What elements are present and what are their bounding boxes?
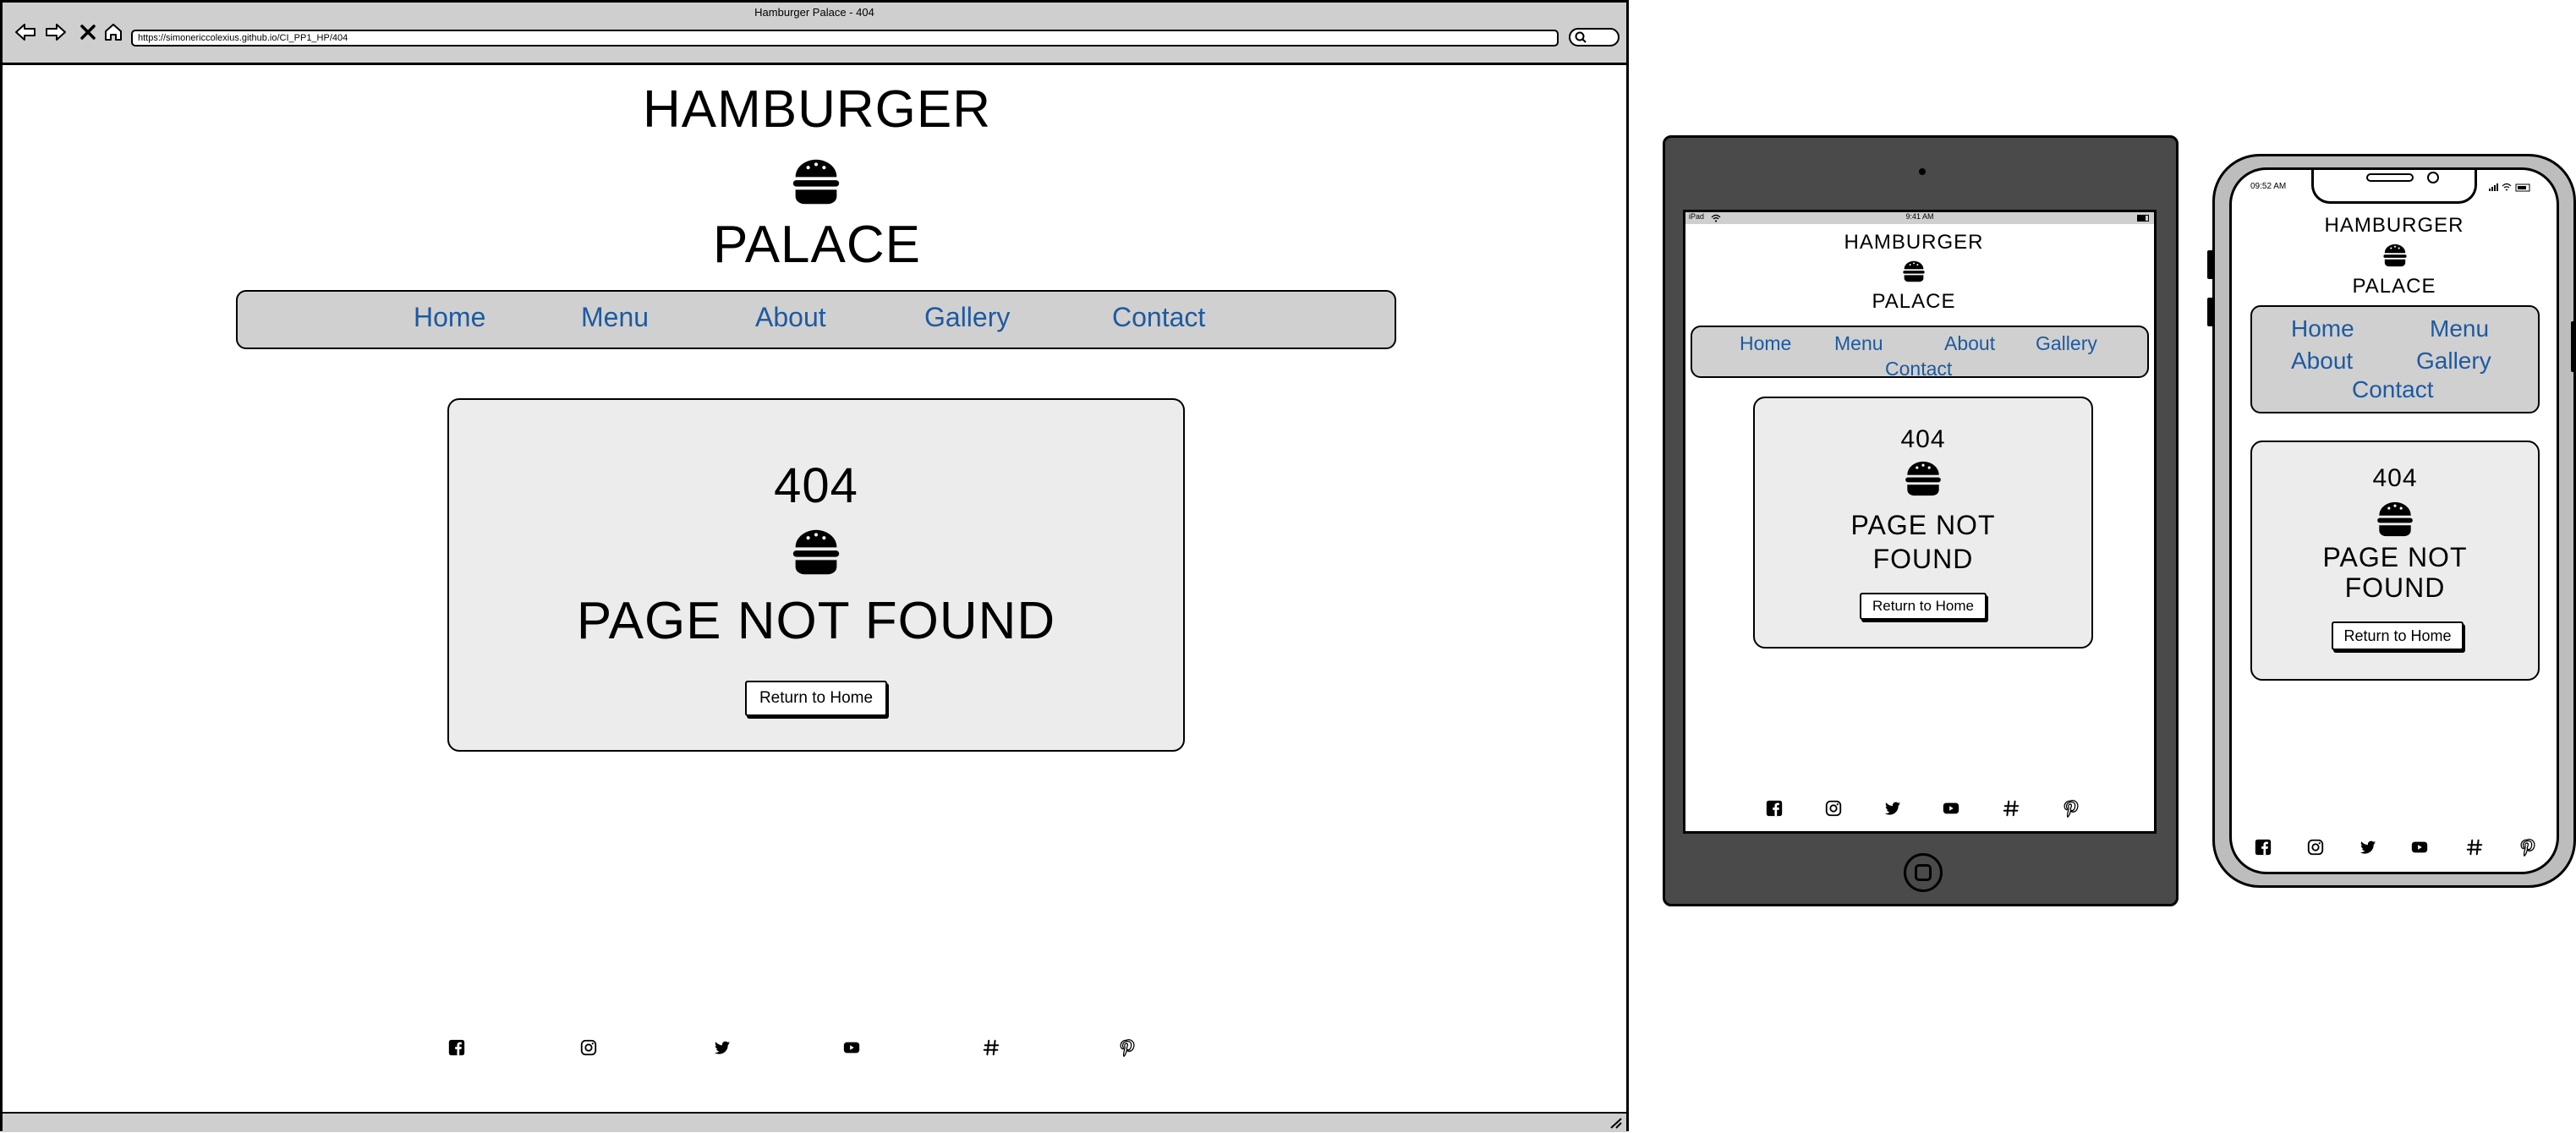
burger-logo-icon <box>791 156 841 207</box>
tablet-burger-icon <box>1904 459 1943 498</box>
resize-grip-icon[interactable] <box>1609 1117 1623 1129</box>
tablet-nav-about-link[interactable]: About <box>1944 332 1995 355</box>
phone-pinterest-icon[interactable] <box>2518 838 2536 857</box>
phone-hashtag-icon[interactable] <box>2465 838 2484 857</box>
tablet-statusbar: iPad 9:41 AM <box>1685 212 2154 224</box>
tablet-nav-gallery-link[interactable]: Gallery <box>2036 332 2097 355</box>
tablet-time: 9:41 AM <box>1905 212 1934 221</box>
error-code: 404 <box>774 458 858 513</box>
tablet-nav-contact-link[interactable]: Contact <box>1885 358 1952 380</box>
phone-nav-gallery-link[interactable]: Gallery <box>2416 348 2491 375</box>
forward-icon[interactable] <box>43 19 69 45</box>
tablet-burger-logo-icon <box>1902 260 1926 283</box>
tablet-screen: iPad 9:41 AM HAMBURGER PALACE Home Menu … <box>1683 210 2157 834</box>
battery-icon <box>2137 215 2149 222</box>
instagram-icon[interactable] <box>579 1038 598 1057</box>
phone-twitter-icon[interactable] <box>2359 838 2377 857</box>
window-title: Hamburger Palace - 404 <box>754 6 874 19</box>
return-home-button[interactable]: Return to Home <box>745 681 887 716</box>
phone-nav-home-link[interactable]: Home <box>2291 315 2354 342</box>
phone-time: 09:52 AM <box>2250 182 2287 191</box>
facebook-icon[interactable] <box>447 1038 466 1057</box>
phone-burger-logo-icon <box>2382 243 2408 268</box>
phone-camera-icon <box>2427 172 2439 183</box>
phone-nav-contact-link[interactable]: Contact <box>2352 376 2434 403</box>
tablet-return-home-button[interactable]: Return to Home <box>1860 593 1987 620</box>
error-message: PAGE NOT FOUND <box>576 592 1056 650</box>
tablet-error-message-line2: FOUND <box>1872 544 1974 574</box>
phone-return-home-button[interactable]: Return to Home <box>2332 621 2464 650</box>
phone-brand-line1: HAMBURGER <box>2324 214 2464 237</box>
phone-error-message-line1: PAGE NOT <box>2322 542 2468 572</box>
browser-search-field[interactable] <box>1569 28 1620 47</box>
stop-icon[interactable] <box>75 19 101 45</box>
brand-title-line1: HAMBURGER <box>642 80 992 139</box>
brand-title-line2: PALACE <box>712 216 922 274</box>
home-icon[interactable] <box>101 19 126 45</box>
pinterest-icon[interactable] <box>1117 1038 1136 1057</box>
search-icon <box>1575 31 1587 43</box>
speaker-icon <box>2366 173 2414 182</box>
nav-menu-link[interactable]: Menu <box>581 302 649 333</box>
phone-volume-button <box>2207 298 2214 326</box>
browser-statusbar <box>3 1112 1626 1132</box>
tablet-home-button[interactable] <box>1904 853 1943 892</box>
youtube-icon[interactable] <box>841 1038 862 1057</box>
tablet-nav-home-link[interactable]: Home <box>1740 332 1791 355</box>
phone-power-button <box>2571 321 2576 372</box>
phone-status-icons <box>2489 183 2530 192</box>
tablet-nav-menu-link[interactable]: Menu <box>1834 332 1883 355</box>
tablet-brand-line2: PALACE <box>1872 290 1956 313</box>
tablet-hashtag-icon[interactable] <box>2002 799 2020 818</box>
phone-instagram-icon[interactable] <box>2306 838 2325 857</box>
phone-notch <box>2311 170 2477 204</box>
phone-youtube-icon[interactable] <box>2409 838 2430 857</box>
phone-error-code: 404 <box>2372 464 2418 492</box>
back-icon[interactable] <box>13 19 38 45</box>
nav-about-link[interactable]: About <box>755 302 826 333</box>
tablet-brand-line1: HAMBURGER <box>1844 231 1984 254</box>
browser-titlebar: Hamburger Palace - 404 https://simoneric… <box>3 3 1626 65</box>
phone-error-message-line2: FOUND <box>2344 572 2446 603</box>
address-bar[interactable]: https://simonericcolexius.github.io/CI_P… <box>131 30 1559 47</box>
phone-brand-line2: PALACE <box>2352 275 2436 298</box>
tablet-instagram-icon[interactable] <box>1824 799 1843 818</box>
hashtag-icon[interactable] <box>982 1038 1000 1057</box>
tablet-camera-icon <box>1919 168 1926 175</box>
burger-icon <box>791 527 841 577</box>
phone-volume-button <box>2207 250 2214 279</box>
tablet-youtube-icon[interactable] <box>1941 799 1961 818</box>
tablet-error-code: 404 <box>1900 425 1946 453</box>
phone-facebook-icon[interactable] <box>2254 838 2272 857</box>
twitter-icon[interactable] <box>713 1038 732 1057</box>
tablet-facebook-icon[interactable] <box>1765 799 1784 818</box>
nav-home-link[interactable]: Home <box>414 302 485 333</box>
tablet-twitter-icon[interactable] <box>1883 799 1902 818</box>
nav-gallery-link[interactable]: Gallery <box>924 302 1010 333</box>
phone-nav-about-link[interactable]: About <box>2291 348 2353 375</box>
desktop-browser-window: Hamburger Palace - 404 https://simoneric… <box>0 0 1629 1132</box>
tablet-error-message-line1: PAGE NOT <box>1850 510 1996 540</box>
nav-contact-link[interactable]: Contact <box>1112 302 1205 333</box>
phone-burger-icon <box>2376 500 2414 539</box>
phone-nav-menu-link[interactable]: Menu <box>2430 315 2489 342</box>
phone-screen: 09:52 AM HAMBURGER PALACE Home Menu Abou… <box>2229 167 2559 874</box>
tablet-pinterest-icon[interactable] <box>2061 799 2080 818</box>
